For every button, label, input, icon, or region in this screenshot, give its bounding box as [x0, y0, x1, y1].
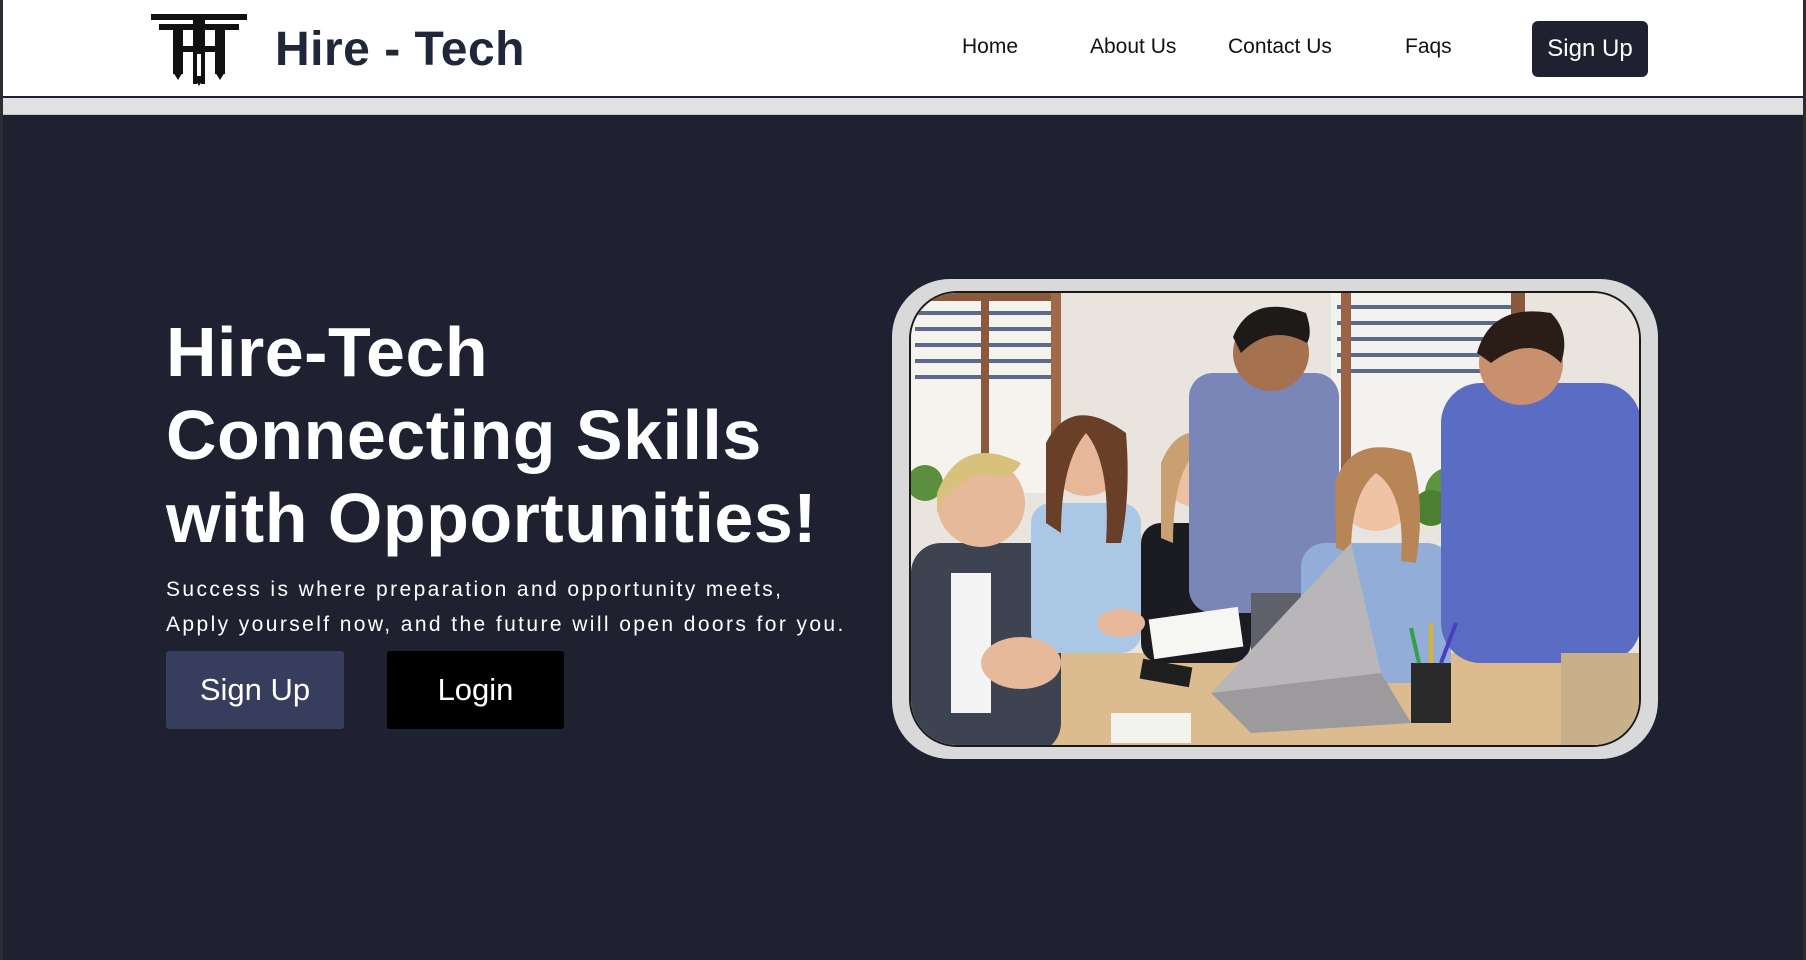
hero-image-frame	[892, 279, 1658, 759]
nav-contact-link[interactable]: Contact Us	[1228, 35, 1332, 59]
nav-about-link[interactable]: About Us	[1090, 35, 1176, 59]
hero-title: Hire-Tech Connecting Skills with Opportu…	[166, 311, 817, 560]
hero-title-line: Connecting Skills	[166, 396, 762, 474]
header-divider	[3, 98, 1803, 115]
header-signup-button[interactable]: Sign Up	[1532, 21, 1648, 77]
hero-section: Hire-Tech Connecting Skills with Opportu…	[3, 115, 1803, 960]
hero-signup-button[interactable]: Sign Up	[166, 651, 344, 729]
team-meeting-photo	[909, 291, 1641, 747]
hero-subtitle-line: Apply yourself now, and the future will …	[166, 613, 846, 636]
page-frame: Hire - Tech Home About Us Contact Us Faq…	[0, 0, 1806, 960]
hero-title-line: Hire-Tech	[166, 313, 489, 391]
hero-subtitle: Success is where preparation and opportu…	[166, 572, 846, 642]
logo-icon[interactable]	[151, 14, 251, 86]
hero-login-button[interactable]: Login	[387, 651, 564, 729]
hero-title-line: with Opportunities!	[166, 479, 818, 557]
nav-faqs-link[interactable]: Faqs	[1405, 35, 1452, 59]
brand-name[interactable]: Hire - Tech	[275, 22, 525, 77]
nav-home-link[interactable]: Home	[962, 35, 1018, 59]
hero-subtitle-line: Success is where preparation and opportu…	[166, 578, 784, 601]
top-navbar: Hire - Tech Home About Us Contact Us Faq…	[3, 0, 1803, 98]
